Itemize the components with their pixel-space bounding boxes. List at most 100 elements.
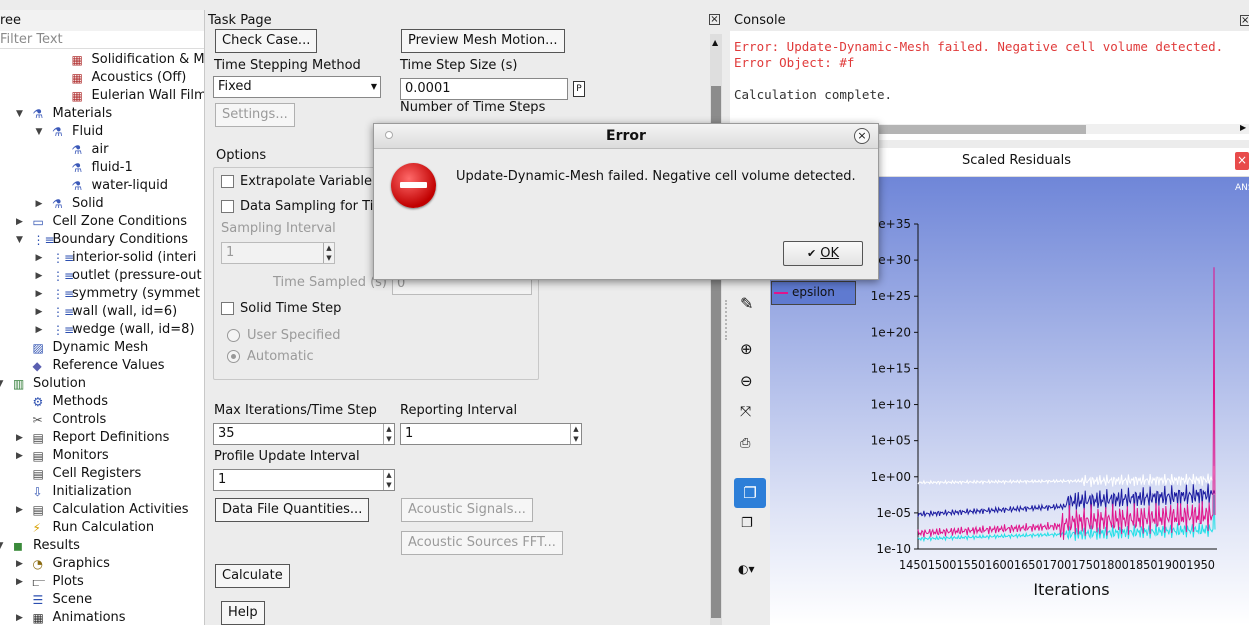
dialog-close-icon[interactable]: × [854, 128, 870, 144]
residuals-close-icon[interactable]: × [1235, 152, 1249, 170]
tree-item[interactable]: ▼ ◼ Results [0, 537, 204, 555]
collapse-arrow-icon[interactable]: ▼ [15, 231, 25, 249]
tree-item[interactable]: ▶ ⋮≡ interior-solid (interi [0, 249, 204, 267]
tree-item[interactable]: ▶ ▤ Report Definitions [0, 429, 204, 447]
tree-item[interactable]: ▦ Acoustics (Off) [0, 69, 204, 87]
probe-icon[interactable]: ✎ [740, 294, 760, 314]
extrapolate-variables-checkbox[interactable] [221, 175, 234, 188]
preview-mesh-motion-button[interactable]: Preview Mesh Motion... [401, 29, 565, 53]
tree-item[interactable]: ⚗ air [0, 141, 204, 159]
expand-arrow-icon[interactable]: ▶ [15, 501, 25, 519]
time-stepping-method-select[interactable]: Fixed ▼ [213, 76, 381, 98]
tree-item[interactable]: ⚗ fluid-1 [0, 159, 204, 177]
data-sampling-checkbox[interactable] [221, 200, 234, 213]
tree-item[interactable]: ▨ Dynamic Mesh [0, 339, 204, 357]
profile-update-interval-spinner[interactable]: ▲ ▼ [383, 470, 394, 490]
settings-button[interactable]: Settings... [215, 103, 295, 127]
console-line: Error: Update-Dynamic-Mesh failed. Negat… [734, 39, 1224, 54]
automatic-radio[interactable] [227, 350, 240, 363]
expand-arrow-icon[interactable]: ▶ [15, 555, 25, 573]
tree-item[interactable]: ▶ ▤ Calculation Activities [0, 501, 204, 519]
tree-item[interactable]: ▤ Cell Registers [0, 465, 204, 483]
max-iterations-spinner[interactable]: ▲ ▼ [383, 424, 394, 444]
expand-arrow-icon[interactable]: ▶ [15, 429, 25, 447]
expand-arrow-icon[interactable]: ▶ [15, 573, 25, 591]
tree-item[interactable]: ⚡ Run Calculation [0, 519, 204, 537]
screenshot-icon[interactable]: ⎙ [740, 436, 760, 456]
sampling-interval-spinner[interactable]: ▲ ▼ [323, 243, 334, 263]
tree-item[interactable]: ▶ ⫍ Plots [0, 573, 204, 591]
max-iterations-input[interactable]: 35 ▲ ▼ [213, 423, 395, 445]
zoom-out-icon[interactable]: ⊖ [740, 372, 760, 392]
expand-arrow-icon[interactable]: ▶ [34, 195, 44, 213]
tree-item[interactable]: ▼ ⋮≡ Boundary Conditions [0, 231, 204, 249]
console-output[interactable]: Error: Update-Dynamic-Mesh failed. Negat… [730, 31, 1249, 123]
tree-item[interactable]: ▼ ⚗ Fluid [0, 123, 204, 141]
tree-item[interactable]: ☰ Scene [0, 591, 204, 609]
parameter-icon[interactable]: P [573, 81, 585, 97]
tree-item[interactable]: ▶ ⋮≡ outlet (pressure-out [0, 267, 204, 285]
scroll-right-icon[interactable]: ▶ [1240, 123, 1246, 132]
console-scrollbar-thumb[interactable] [850, 125, 1086, 134]
data-file-quantities-button[interactable]: Data File Quantities... [215, 498, 370, 522]
flask-icon: ⚗ [71, 161, 83, 175]
profile-update-interval-label: Profile Update Interval [214, 449, 360, 464]
zoom-in-icon[interactable]: ⊕ [740, 340, 760, 360]
tree-item[interactable]: ⚙ Methods [0, 393, 204, 411]
view-cube-icon[interactable]: ❐ [734, 478, 766, 508]
expand-arrow-icon[interactable]: ▶ [34, 303, 44, 321]
collapse-arrow-icon[interactable]: ▼ [0, 375, 5, 393]
collapse-arrow-icon[interactable]: ▼ [0, 537, 5, 555]
calculate-button[interactable]: Calculate [215, 564, 290, 588]
expand-arrow-icon[interactable]: ▶ [34, 285, 44, 303]
collapse-arrow-icon[interactable]: ▼ [15, 105, 25, 123]
expand-arrow-icon[interactable]: ▶ [15, 213, 25, 231]
tree-item[interactable]: ⚗ water-liquid [0, 177, 204, 195]
expand-arrow-icon[interactable]: ▶ [15, 609, 25, 625]
tree-item[interactable]: ▦ Solidification & Mel [0, 51, 205, 69]
expand-arrow-icon[interactable]: ▶ [34, 267, 44, 285]
tree-filter-input[interactable]: Filter Text [0, 31, 204, 49]
scroll-up-icon[interactable]: ▲ [712, 38, 718, 47]
time-stepping-method-label: Time Stepping Method [214, 58, 361, 73]
tree-item[interactable]: ▶ ▤ Monitors [0, 447, 204, 465]
time-step-size-input[interactable]: 0.0001 [400, 78, 568, 100]
tree-item[interactable]: ◆ Reference Values [0, 357, 204, 375]
view-box-icon[interactable]: ❐ [741, 516, 761, 536]
tree-item[interactable]: ⇩ Initialization [0, 483, 204, 501]
profile-update-interval-input[interactable]: 1 ▲ ▼ [213, 469, 395, 491]
tree-item[interactable]: ✂ Controls [0, 411, 204, 429]
flask-icon: ⚗ [71, 179, 83, 193]
expand-arrow-icon[interactable]: ▶ [34, 249, 44, 267]
tree-item[interactable]: ▼ ⚗ Materials [0, 105, 204, 123]
reporting-interval-input[interactable]: 1 ▲ ▼ [400, 423, 582, 445]
dialog-menu-icon[interactable] [385, 131, 393, 139]
console-close-icon[interactable]: × [1240, 15, 1249, 26]
tree-item[interactable]: ▶ ⋮≡ wall (wall, id=6) [0, 303, 204, 321]
tree-item[interactable]: ▶ ⋮≡ wedge (wall, id=8) [0, 321, 204, 339]
tree-item[interactable]: ▼ ▥ Solution [0, 375, 204, 393]
check-case-button[interactable]: Check Case... [215, 29, 318, 53]
collapse-arrow-icon[interactable]: ▼ [34, 123, 44, 141]
axes-icon[interactable]: ⤧ [740, 404, 760, 424]
acoustic-sources-fft-button[interactable]: Acoustic Sources FFT... [401, 531, 563, 555]
tree-item[interactable]: ▶ ▭ Cell Zone Conditions [0, 213, 204, 231]
tree-item[interactable]: ▶ ⋮≡ symmetry (symmet [0, 285, 204, 303]
user-specified-radio[interactable] [227, 329, 240, 342]
solid-time-step-checkbox[interactable] [221, 302, 234, 315]
tree-item[interactable]: ▶ ⚗ Solid [0, 195, 204, 213]
help-button[interactable]: Help [221, 601, 265, 625]
reporting-interval-spinner[interactable]: ▲ ▼ [570, 424, 581, 444]
tree-item[interactable]: ▶ ◔ Graphics [0, 555, 204, 573]
vertical-splitter[interactable] [725, 300, 728, 340]
expand-arrow-icon[interactable]: ▶ [15, 447, 25, 465]
expand-arrow-icon[interactable]: ▶ [34, 321, 44, 339]
ok-button[interactable]: ✔ OK [783, 241, 863, 266]
view-options-icon[interactable]: ◐▾ [738, 562, 766, 582]
tree-item[interactable]: ▶ ▦ Animations [0, 609, 204, 625]
tree-item[interactable]: ▦ Eulerian Wall Film ( [0, 87, 205, 105]
sampling-interval-input[interactable]: 1 ▲ ▼ [221, 242, 335, 264]
dynamic-mesh-icon: ▨ [32, 341, 44, 355]
acoustic-signals-button[interactable]: Acoustic Signals... [401, 498, 533, 522]
task-page-close-icon[interactable]: × [709, 14, 720, 25]
